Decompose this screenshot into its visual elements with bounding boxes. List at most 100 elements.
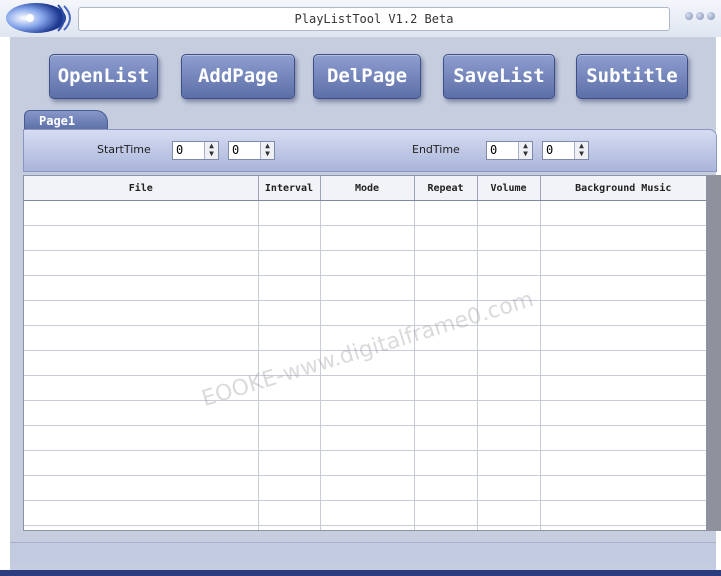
column-header-file[interactable]: File: [24, 176, 259, 201]
table-cell[interactable]: [477, 300, 541, 326]
table-cell[interactable]: [477, 250, 541, 276]
table-cell[interactable]: [414, 325, 478, 351]
spinner-arrows-icon[interactable]: ▲ ▼: [204, 142, 218, 159]
table-row[interactable]: [24, 450, 706, 476]
table-row[interactable]: [24, 425, 706, 451]
del-page-button[interactable]: DelPage: [313, 54, 421, 99]
table-cell[interactable]: [258, 400, 321, 426]
table-cell[interactable]: [24, 225, 259, 251]
table-cell[interactable]: [540, 200, 706, 226]
table-cell[interactable]: [414, 450, 478, 476]
table-cell[interactable]: [540, 500, 706, 526]
table-cell[interactable]: [414, 200, 478, 226]
table-cell[interactable]: [258, 375, 321, 401]
table-cell[interactable]: [540, 425, 706, 451]
table-cell[interactable]: [258, 275, 321, 301]
table-cell[interactable]: [414, 350, 478, 376]
table-cell[interactable]: [320, 400, 415, 426]
table-cell[interactable]: [258, 425, 321, 451]
table-cell[interactable]: [477, 500, 541, 526]
table-cell[interactable]: [540, 225, 706, 251]
table-cell[interactable]: [258, 325, 321, 351]
table-cell[interactable]: [24, 350, 259, 376]
table-row[interactable]: [24, 300, 706, 326]
table-cell[interactable]: [540, 350, 706, 376]
table-row[interactable]: [24, 500, 706, 526]
table-cell[interactable]: [320, 475, 415, 501]
table-cell[interactable]: [258, 300, 321, 326]
table-cell[interactable]: [540, 525, 706, 530]
subtitle-button[interactable]: Subtitle: [576, 54, 688, 99]
table-cell[interactable]: [24, 525, 259, 530]
table-cell[interactable]: [320, 500, 415, 526]
table-cell[interactable]: [24, 450, 259, 476]
maximize-button[interactable]: [696, 12, 704, 20]
table-cell[interactable]: [477, 225, 541, 251]
table-cell[interactable]: [320, 225, 415, 251]
spinner-arrows-icon[interactable]: ▲ ▼: [260, 142, 274, 159]
table-cell[interactable]: [24, 325, 259, 351]
table-cell[interactable]: [320, 275, 415, 301]
table-cell[interactable]: [540, 375, 706, 401]
table-cell[interactable]: [414, 300, 478, 326]
table-cell[interactable]: [477, 525, 541, 530]
table-cell[interactable]: [320, 200, 415, 226]
table-cell[interactable]: [258, 225, 321, 251]
tab-page1[interactable]: Page1: [24, 110, 108, 130]
table-cell[interactable]: [414, 525, 478, 530]
column-header-interval[interactable]: Interval: [258, 176, 321, 201]
table-cell[interactable]: [24, 200, 259, 226]
table-cell[interactable]: [258, 450, 321, 476]
table-cell[interactable]: [24, 475, 259, 501]
table-cell[interactable]: [24, 250, 259, 276]
table-cell[interactable]: [540, 300, 706, 326]
column-header-volume[interactable]: Volume: [477, 176, 541, 201]
table-cell[interactable]: [24, 300, 259, 326]
start-time-minute-spinner[interactable]: 0 ▲ ▼: [228, 141, 275, 160]
table-row[interactable]: [24, 375, 706, 401]
table-row[interactable]: [24, 325, 706, 351]
table-cell[interactable]: [540, 450, 706, 476]
table-cell[interactable]: [320, 450, 415, 476]
table-cell[interactable]: [24, 275, 259, 301]
minimize-button[interactable]: [685, 12, 693, 20]
column-header-repeat[interactable]: Repeat: [414, 176, 478, 201]
table-cell[interactable]: [540, 275, 706, 301]
table-cell[interactable]: [24, 400, 259, 426]
close-button[interactable]: [707, 12, 715, 20]
table-cell[interactable]: [414, 275, 478, 301]
table-cell[interactable]: [320, 250, 415, 276]
table-cell[interactable]: [24, 375, 259, 401]
save-list-button[interactable]: SaveList: [443, 54, 555, 99]
end-time-minute-spinner[interactable]: 0 ▲ ▼: [542, 141, 589, 160]
table-cell[interactable]: [540, 325, 706, 351]
column-header-background-music[interactable]: Background Music: [540, 176, 706, 201]
table-row[interactable]: [24, 350, 706, 376]
table-cell[interactable]: [477, 325, 541, 351]
table-cell[interactable]: [258, 525, 321, 530]
table-cell[interactable]: [320, 300, 415, 326]
table-row[interactable]: [24, 225, 706, 251]
table-cell[interactable]: [320, 350, 415, 376]
table-row[interactable]: [24, 525, 706, 530]
table-row[interactable]: [24, 275, 706, 301]
table-cell[interactable]: [477, 425, 541, 451]
table-cell[interactable]: [477, 450, 541, 476]
table-row[interactable]: [24, 400, 706, 426]
table-cell[interactable]: [477, 350, 541, 376]
table-cell[interactable]: [320, 525, 415, 530]
table-cell[interactable]: [258, 475, 321, 501]
table-cell[interactable]: [414, 425, 478, 451]
table-cell[interactable]: [477, 275, 541, 301]
column-header-mode[interactable]: Mode: [320, 176, 415, 201]
table-cell[interactable]: [414, 375, 478, 401]
table-cell[interactable]: [414, 250, 478, 276]
table-cell[interactable]: [414, 475, 478, 501]
table-cell[interactable]: [414, 400, 478, 426]
table-cell[interactable]: [414, 500, 478, 526]
table-cell[interactable]: [540, 400, 706, 426]
table-cell[interactable]: [540, 250, 706, 276]
spinner-arrows-icon[interactable]: ▲ ▼: [518, 142, 532, 159]
table-row[interactable]: [24, 200, 706, 226]
vertical-scrollbar[interactable]: [707, 175, 721, 531]
